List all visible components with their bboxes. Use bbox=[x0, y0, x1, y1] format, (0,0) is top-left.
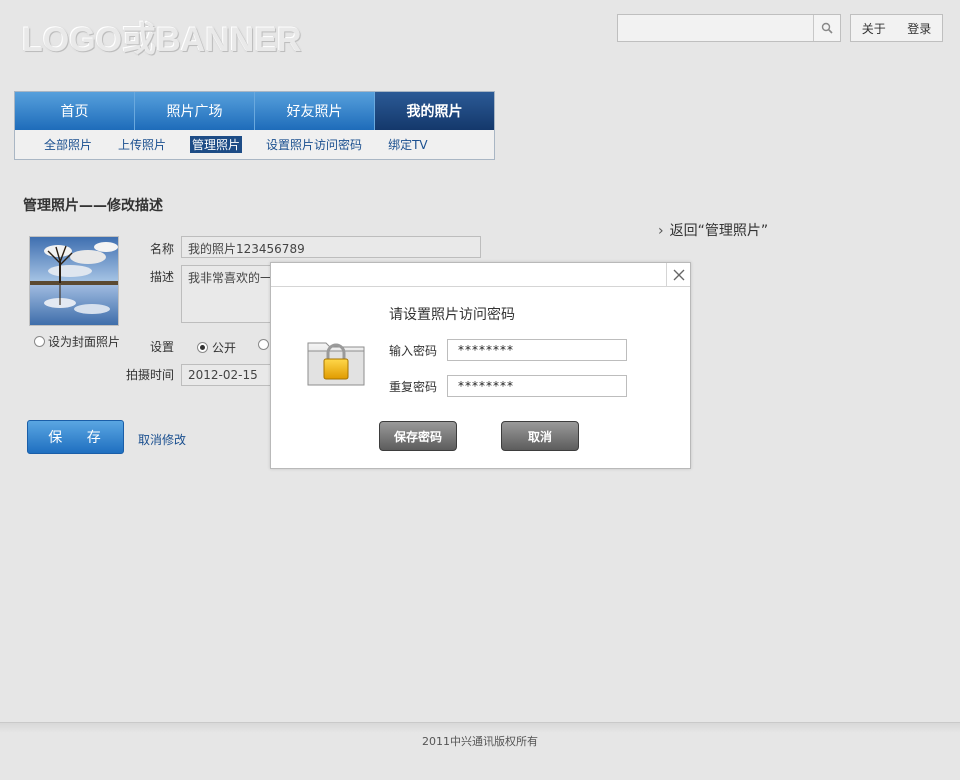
sub-item-manage-photos[interactable]: 管理照片 bbox=[190, 136, 243, 153]
cancel-edit-link[interactable]: 取消修改 bbox=[138, 431, 186, 448]
logo-banner: LOGO或BANNER bbox=[22, 21, 302, 59]
setting-public-option[interactable]: 公开 bbox=[197, 339, 236, 356]
about-link[interactable]: 关于 bbox=[862, 20, 886, 37]
back-link-label: 返回“管理照片” bbox=[669, 223, 769, 239]
search-box bbox=[617, 14, 841, 42]
repeat-password-label: 重复密码 bbox=[389, 380, 438, 394]
dialog-title: 请设置照片访问密码 bbox=[389, 307, 515, 323]
cover-photo-option[interactable]: 设为封面照片 bbox=[34, 333, 120, 350]
setting-public-label: 公开 bbox=[212, 341, 237, 355]
name-label: 名称 bbox=[150, 242, 175, 256]
chevron-right-icon: › bbox=[658, 223, 664, 239]
date-label: 拍摄时间 bbox=[126, 368, 175, 382]
tab-home[interactable]: 首页 bbox=[15, 92, 135, 130]
password-label: 输入密码 bbox=[389, 344, 438, 358]
login-link[interactable]: 登录 bbox=[907, 20, 931, 37]
tab-photo-plaza[interactable]: 照片广场 bbox=[135, 92, 255, 130]
private-radio[interactable] bbox=[258, 339, 269, 350]
nav-tabs: 首页 照片广场 好友照片 我的照片 bbox=[15, 92, 494, 130]
description-label: 描述 bbox=[150, 270, 175, 284]
password-input[interactable]: ******** bbox=[447, 339, 627, 361]
footer: 2011中兴通讯版权所有 bbox=[0, 722, 960, 780]
setting-private-option[interactable] bbox=[258, 339, 269, 350]
search-button[interactable] bbox=[813, 15, 840, 41]
password-dialog: 请设置照片访问密码 输入密码 ******** 重复密码 ******** 保存… bbox=[270, 262, 691, 469]
close-icon bbox=[673, 269, 684, 281]
copyright-text: 2011中兴通讯版权所有 bbox=[422, 735, 538, 748]
dialog-cancel-button[interactable]: 取消 bbox=[501, 421, 579, 451]
search-icon bbox=[821, 22, 833, 34]
sub-item-upload-photos[interactable]: 上传照片 bbox=[116, 136, 168, 153]
sub-item-bind-tv[interactable]: 绑定TV bbox=[386, 136, 430, 153]
sub-item-set-password[interactable]: 设置照片访问密码 bbox=[264, 136, 364, 153]
sub-item-all-photos[interactable]: 全部照片 bbox=[42, 136, 94, 153]
close-button[interactable] bbox=[666, 263, 690, 287]
cover-option-label: 设为封面照片 bbox=[48, 335, 121, 349]
public-radio[interactable] bbox=[197, 342, 208, 353]
back-link[interactable]: › 返回“管理照片” bbox=[658, 220, 768, 240]
sub-navigation: 全部照片 上传照片 管理照片 设置照片访问密码 绑定TV bbox=[15, 130, 494, 159]
repeat-password-input[interactable]: ******** bbox=[447, 375, 627, 397]
tab-my-photos[interactable]: 我的照片 bbox=[375, 92, 494, 130]
save-button[interactable]: 保 存 bbox=[27, 420, 124, 454]
cover-radio[interactable] bbox=[34, 336, 45, 347]
date-field[interactable]: 2012-02-15 bbox=[181, 364, 281, 386]
page-title: 管理照片——修改描述 bbox=[23, 198, 163, 214]
name-field[interactable]: 我的照片123456789 bbox=[181, 236, 481, 258]
tab-friends-photos[interactable]: 好友照片 bbox=[255, 92, 375, 130]
photo-thumbnail bbox=[29, 236, 119, 326]
save-password-button[interactable]: 保存密码 bbox=[379, 421, 457, 451]
main-navigation: 首页 照片广场 好友照片 我的照片 全部照片 上传照片 管理照片 设置照片访问密… bbox=[14, 91, 495, 160]
setting-label: 设置 bbox=[150, 340, 175, 354]
top-links: 关于 登录 bbox=[850, 14, 943, 42]
search-input[interactable] bbox=[618, 15, 814, 41]
folder-lock-icon bbox=[307, 342, 365, 386]
dialog-header bbox=[271, 263, 690, 287]
